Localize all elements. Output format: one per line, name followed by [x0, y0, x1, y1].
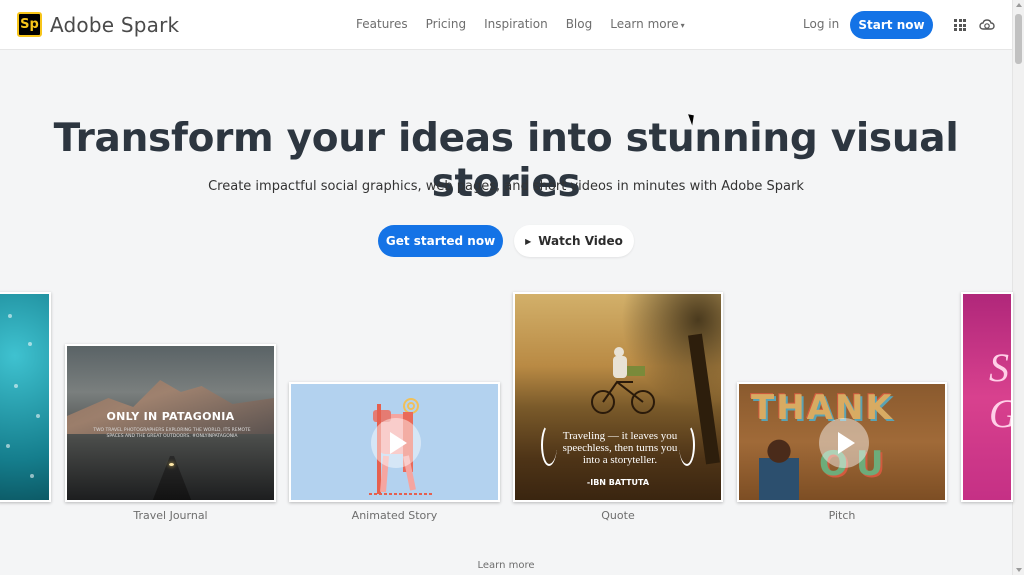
travel-journal-label: Travel Journal: [133, 509, 208, 522]
travel-card-title: ONLY IN PATAGONIA: [106, 410, 235, 423]
top-navigation-bar: Sp Adobe Spark Features Pricing Inspirat…: [0, 0, 1012, 50]
nav-learn-more[interactable]: Learn more ▾: [610, 17, 684, 31]
page-scrollbar[interactable]: [1012, 0, 1024, 575]
main-nav: Features Pricing Inspiration Blog Learn …: [356, 17, 703, 31]
nav-learn-more-label: Learn more: [610, 17, 679, 31]
get-started-button[interactable]: Get started now: [378, 225, 503, 257]
scrollbar-thumb[interactable]: [1015, 14, 1022, 64]
play-icon: ▶: [525, 236, 532, 246]
play-video-icon[interactable]: [819, 418, 869, 468]
play-video-icon[interactable]: [371, 418, 421, 468]
pink-card-letter-2: G: [989, 390, 1011, 437]
start-now-button[interactable]: Start now: [850, 11, 933, 39]
watch-video-button[interactable]: ▶ Watch Video: [514, 225, 634, 257]
quote-text: Traveling — it leaves you speechless, th…: [562, 430, 678, 466]
travel-journal-card[interactable]: ONLY IN PATAGONIA TWO TRAVEL PHOTOGRAPHE…: [65, 344, 276, 502]
pink-card-letter-1: S: [989, 345, 1009, 390]
animated-story-label: Animated Story: [351, 509, 438, 522]
child-photo: [759, 438, 799, 500]
scroll-down-arrow-icon[interactable]: [1016, 568, 1022, 572]
creative-cloud-icon[interactable]: [978, 16, 996, 32]
quote-card[interactable]: Traveling — it leaves you speechless, th…: [513, 292, 723, 502]
nav-features[interactable]: Features: [356, 17, 408, 31]
travel-card-text: TWO TRAVEL PHOTOGRAPHERS EXPLORING THE W…: [93, 428, 251, 439]
pitch-card[interactable]: THANK OU: [737, 382, 947, 502]
example-card-pink-partial[interactable]: S G: [961, 292, 1013, 502]
example-card-teal-partial[interactable]: [0, 292, 51, 502]
scroll-up-arrow-icon[interactable]: [1016, 3, 1022, 7]
app-grid-icon[interactable]: [954, 19, 966, 31]
nav-inspiration[interactable]: Inspiration: [484, 17, 548, 31]
cyclist-silhouette-icon: [591, 347, 655, 414]
nav-pricing[interactable]: Pricing: [426, 17, 466, 31]
adobe-spark-logo[interactable]: Sp: [17, 12, 42, 37]
nav-blog[interactable]: Blog: [566, 17, 593, 31]
brand-name[interactable]: Adobe Spark: [50, 13, 179, 37]
watch-video-label: Watch Video: [538, 234, 623, 248]
pitch-label: Pitch: [828, 509, 856, 522]
pitch-letters-top: THANK: [751, 388, 894, 428]
login-link[interactable]: Log in: [803, 17, 839, 31]
learn-more-link[interactable]: Learn more: [0, 560, 1012, 571]
hero-subtitle: Create impactful social graphics, web pa…: [208, 179, 804, 194]
caret-down-icon: ▾: [680, 21, 685, 30]
animated-story-card[interactable]: [289, 382, 500, 502]
quote-label: Quote: [601, 509, 635, 522]
quote-author: -IBN BATTUTA: [586, 478, 650, 487]
